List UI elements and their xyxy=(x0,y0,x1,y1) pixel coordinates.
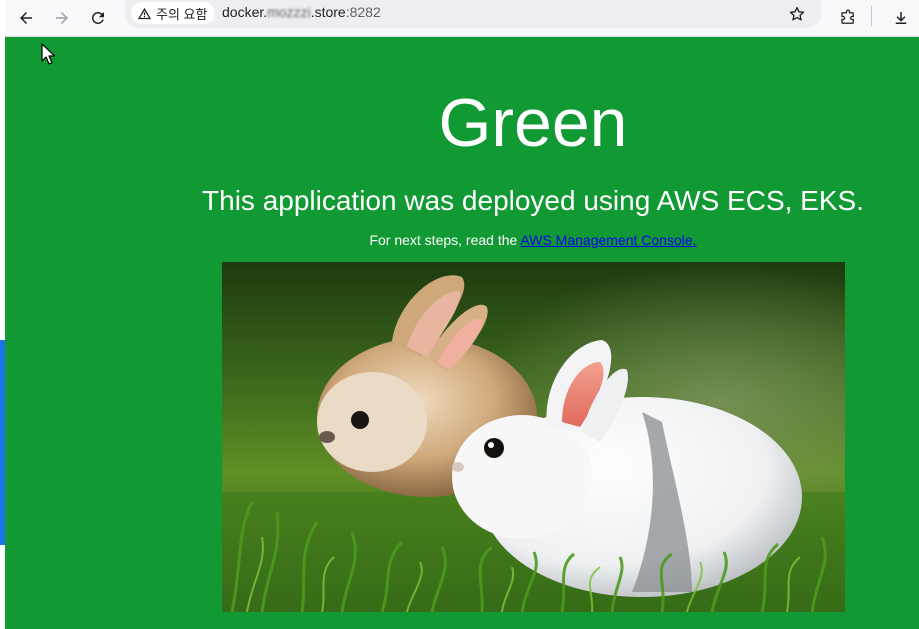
security-label: 주의 요함 xyxy=(156,6,208,22)
reload-button[interactable] xyxy=(81,0,115,36)
url-host-blurred: mozzzi xyxy=(267,4,311,20)
url-port: :8282 xyxy=(345,4,381,20)
extensions-icon xyxy=(841,9,854,24)
aws-console-link[interactable]: AWS Management Console. xyxy=(520,232,696,248)
warning-icon xyxy=(137,7,152,19)
browser-toolbar: 주의 요함 docker.mozzzi.store:8282 xyxy=(5,0,919,37)
rabbits-photo xyxy=(222,262,845,612)
page-content: Green This application was deployed usin… xyxy=(5,37,919,629)
back-button[interactable] xyxy=(9,0,43,36)
page-subtitle: This application was deployed using AWS … xyxy=(202,185,864,216)
page-title: Green xyxy=(438,85,628,161)
downloads-button[interactable] xyxy=(884,0,918,36)
mouse-cursor-icon xyxy=(41,43,55,65)
bookmark-button[interactable] xyxy=(782,0,812,28)
download-icon xyxy=(895,12,907,24)
extensions-button[interactable] xyxy=(831,0,865,36)
security-chip[interactable]: 주의 요함 xyxy=(131,2,216,24)
address-bar[interactable]: 주의 요함 docker.mozzzi.store:8282 xyxy=(125,0,821,28)
url-host-start: docker. xyxy=(222,4,268,20)
next-steps-text: For next steps, read the AWS Management … xyxy=(5,231,919,249)
forward-arrow-icon xyxy=(56,12,68,24)
reload-icon xyxy=(91,11,104,24)
url-host-end: .store xyxy=(310,4,346,20)
next-steps-prefix: For next steps, read the xyxy=(369,232,521,248)
forward-button[interactable] xyxy=(45,0,79,36)
rabbits-illustration xyxy=(222,262,845,612)
url-text[interactable]: docker.mozzzi.store:8282 xyxy=(222,4,381,20)
toolbar-separator xyxy=(871,6,872,26)
back-arrow-icon xyxy=(20,12,32,24)
bookmark-star-icon xyxy=(789,6,805,21)
